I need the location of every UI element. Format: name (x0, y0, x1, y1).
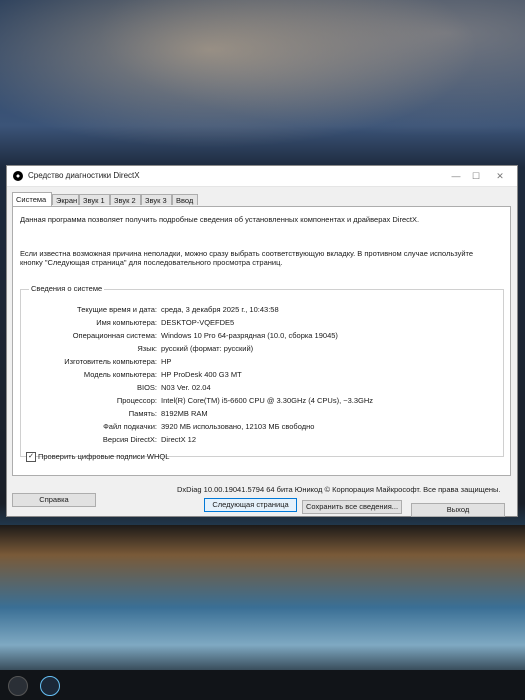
info-label: Версия DirectX: (102, 435, 157, 444)
desktop-wallpaper-bottom (0, 525, 525, 675)
tab-input[interactable]: Ввод (172, 194, 198, 205)
info-value: Windows 10 Pro 64-разрядная (10.0, сборк… (161, 331, 338, 340)
desktop-wallpaper-sky (0, 0, 525, 165)
whql-checkbox-label: Проверить цифровые подписи WHQL (38, 452, 170, 461)
window-title: Средство диагностики DirectX (28, 171, 140, 180)
info-value: DirectX 12 (161, 435, 197, 444)
system-tab-pane: Данная программа позволяет получить подр… (12, 206, 511, 476)
info-row: Версия DirectX: DirectX 12 (21, 435, 505, 445)
info-value: HP (161, 357, 172, 366)
taskbar (0, 670, 525, 700)
info-label: Процессор: (116, 396, 157, 405)
info-value: DESKTOP-VQEFDE5 (161, 318, 235, 327)
info-value: 3920 МБ использовано, 12103 МБ свободно (161, 422, 315, 431)
info-label: Язык: (137, 344, 157, 353)
info-value: Intel(R) Core(TM) i5-6600 CPU @ 3.30GHz … (161, 396, 374, 405)
whql-checkbox[interactable]: ✓ (26, 452, 36, 462)
info-row: Изготовитель компьютера: HP (21, 357, 505, 367)
info-label: Текущие время и дата: (77, 305, 157, 314)
info-row: BIOS: N03 Ver. 02.04 (21, 383, 505, 393)
info-row: Текущие время и дата: среда, 3 декабря 2… (21, 305, 505, 315)
info-row: Имя компьютера: DESKTOP-VQEFDE5 (21, 318, 505, 328)
tab-sound-1[interactable]: Звук 1 (79, 194, 110, 205)
help-button[interactable]: Справка (12, 493, 96, 507)
title-bar[interactable]: Средство диагностики DirectX — ☐ ✕ (7, 166, 517, 187)
tab-sound-2[interactable]: Звук 2 (110, 194, 141, 205)
info-row: Файл подкачки: 3920 МБ использовано, 121… (21, 422, 505, 432)
info-label: Операционная система: (72, 331, 157, 340)
save-all-button[interactable]: Сохранить все сведения... (302, 500, 402, 514)
tab-system[interactable]: Система (12, 192, 52, 206)
dxdiag-app-icon (13, 171, 23, 181)
info-value: среда, 3 декабря 2025 г., 10:43:58 (161, 305, 279, 314)
info-value: русский (формат: русский) (161, 344, 254, 353)
intro-text: Данная программа позволяет получить подр… (20, 215, 420, 224)
info-row: Память: 8192MB RAM (21, 409, 505, 419)
info-label: Модель компьютера: (83, 370, 157, 379)
start-icon[interactable] (8, 676, 28, 696)
dxdiag-window: Средство диагностики DirectX — ☐ ✕ Систе… (6, 165, 518, 517)
intro-hint-text: Если известна возможная причина неполадк… (20, 249, 474, 267)
info-value: N03 Ver. 02.04 (161, 383, 211, 392)
minimize-button[interactable]: — (447, 169, 465, 183)
info-label: Память: (128, 409, 157, 418)
info-row: Модель компьютера: HP ProDesk 400 G3 MT (21, 370, 505, 380)
info-label: Имя компьютера: (96, 318, 157, 327)
maximize-button[interactable]: ☐ (467, 169, 485, 183)
info-value: HP ProDesk 400 G3 MT (161, 370, 242, 379)
exit-button[interactable]: Выход (411, 503, 505, 517)
tab-sound-3[interactable]: Звук 3 (141, 194, 172, 205)
system-info-group: Сведения о системе Текущие время и дата:… (20, 284, 505, 457)
steam-icon[interactable] (40, 676, 60, 696)
info-label: Изготовитель компьютера: (64, 357, 157, 366)
info-row: Процессор: Intel(R) Core(TM) i5-6600 CPU… (21, 396, 505, 406)
info-value: 8192MB RAM (161, 409, 208, 418)
close-button[interactable]: ✕ (491, 169, 509, 183)
copyright-text: DxDiag 10.00.19041.5794 64 бита Юникод ©… (177, 485, 501, 494)
info-label: Файл подкачки: (103, 422, 157, 431)
tab-display[interactable]: Экран (52, 194, 79, 205)
info-row: Язык: русский (формат: русский) (21, 344, 505, 354)
next-page-button[interactable]: Следующая страница (204, 498, 297, 512)
system-info-title: Сведения о системе (29, 284, 105, 293)
info-label: BIOS: (136, 383, 157, 392)
info-row: Операционная система: Windows 10 Pro 64-… (21, 331, 505, 341)
